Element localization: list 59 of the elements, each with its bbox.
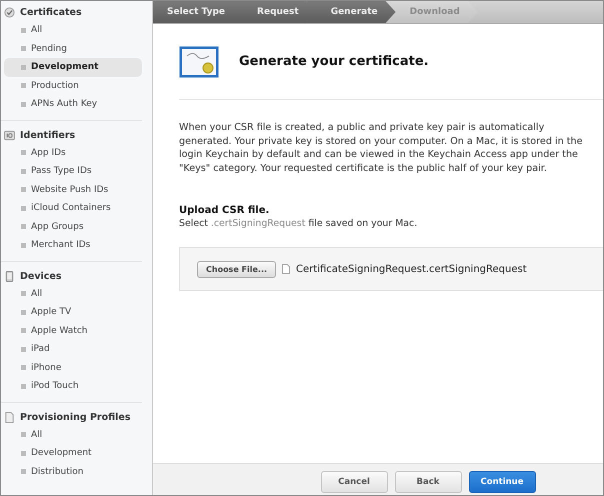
- section-title: Certificates: [20, 7, 82, 18]
- bullet-icon: [21, 432, 26, 438]
- bullet-icon: [21, 150, 26, 156]
- sidebar-item[interactable]: Development: [4, 444, 142, 462]
- bullet-icon: [21, 46, 26, 52]
- bullet-icon: [21, 206, 26, 211]
- section-title: Devices: [20, 270, 62, 282]
- sidebar-item[interactable]: APNs Auth Key: [4, 95, 142, 114]
- sidebar-item[interactable]: Apple TV: [4, 303, 142, 322]
- upload-hint: Select .certSigningRequest file saved on your Mac.: [179, 218, 418, 229]
- bullet-icon: [21, 291, 26, 296]
- sidebar-item[interactable]: Development: [4, 58, 142, 76]
- sidebar-item[interactable]: Apple Watch: [4, 322, 142, 340]
- sidebar-item[interactable]: All: [4, 426, 142, 444]
- upload-title: Upload CSR file.: [179, 205, 270, 216]
- description: When your CSR file is created, a public and private key pair is automatically generated. Your private key is stored on your computer. On a Mac, it is stored in the login Keychain by default and can be viewed in the Keychain Access app under the "Keys" category. Your requested certificate is the public half of your key pair.: [179, 121, 584, 175]
- bullet-icon: [21, 310, 26, 315]
- section-title: Provisioning Profiles: [20, 412, 131, 422]
- bullet-icon: [21, 102, 26, 107]
- phone-icon: [4, 270, 15, 282]
- sidebar-item[interactable]: Pass Type IDs: [4, 162, 142, 180]
- sidebar-item[interactable]: iPad: [4, 340, 142, 358]
- bullet-icon: [21, 224, 26, 230]
- choose-file-button[interactable]: Choose File...: [197, 260, 276, 278]
- sidebar-item[interactable]: Website Push IDs: [4, 180, 142, 199]
- bullet-icon: [21, 469, 26, 474]
- sidebar-item[interactable]: App IDs: [4, 144, 142, 162]
- sidebar-item[interactable]: Distribution: [4, 462, 142, 481]
- action-button[interactable]: Continue: [468, 471, 536, 493]
- bullet-icon: [21, 328, 26, 334]
- bullet-icon: [21, 346, 26, 352]
- sidebar-item[interactable]: iCloud Containers: [4, 199, 142, 218]
- bullet-icon: [21, 384, 26, 389]
- sidebar-item[interactable]: App Groups: [4, 218, 142, 236]
- bullet-icon: [21, 365, 26, 370]
- sidebar-item[interactable]: Pending: [4, 40, 142, 58]
- sidebar-item[interactable]: Merchant IDs: [4, 236, 142, 254]
- bullet-icon: [21, 168, 26, 174]
- step-label: Generate: [306, 1, 396, 23]
- page-heading: Generate your certificate.: [239, 54, 429, 69]
- sidebar-item[interactable]: iPhone: [4, 358, 142, 377]
- bullet-icon: [21, 28, 26, 33]
- bullet-icon: [21, 450, 26, 456]
- bullet-icon: [21, 83, 26, 88]
- bullet-icon: [21, 242, 26, 248]
- sidebar-item[interactable]: Production: [4, 76, 142, 95]
- bullet-icon: [21, 187, 26, 192]
- certificate-icon: [179, 46, 219, 78]
- document-icon: [4, 412, 15, 422]
- action-button[interactable]: Cancel: [320, 471, 388, 493]
- section-title: Identifiers: [20, 130, 76, 140]
- sidebar-item[interactable]: All: [4, 284, 142, 303]
- sidebar-item[interactable]: iPod Touch: [4, 377, 142, 396]
- action-button[interactable]: Back: [394, 471, 462, 493]
- file-name: CertificateSigningRequest.certSigningRequest: [296, 264, 527, 274]
- id-card-icon: [4, 130, 15, 140]
- file-icon: [282, 264, 290, 274]
- sidebar-item[interactable]: All: [4, 21, 142, 40]
- bullet-icon: [21, 64, 26, 70]
